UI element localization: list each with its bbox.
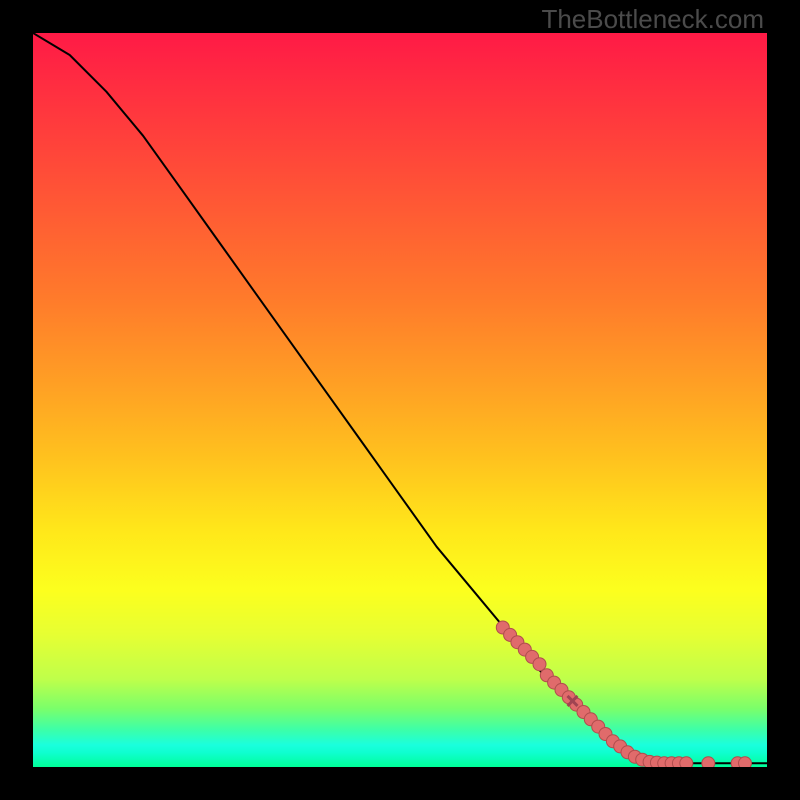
highlight-dot xyxy=(702,757,715,767)
chart-svg xyxy=(33,33,767,767)
plot-area xyxy=(33,33,767,767)
highlight-dots xyxy=(496,621,751,767)
bottleneck-curve xyxy=(33,33,767,763)
highlight-dot xyxy=(533,658,546,671)
highlight-dot xyxy=(680,757,693,767)
watermark-text: TheBottleneck.com xyxy=(541,4,764,35)
highlight-dot xyxy=(739,757,752,767)
chart-frame: TheBottleneck.com xyxy=(0,0,800,800)
